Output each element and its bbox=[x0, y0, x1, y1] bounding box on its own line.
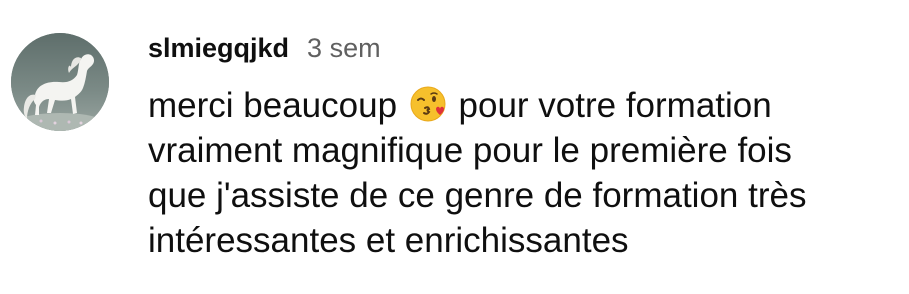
comment-text-segment: pour votre formation bbox=[458, 86, 772, 125]
comment-item: slmiegqjkd 3 sem merci beaucoup pour vot… bbox=[0, 0, 909, 294]
avatar[interactable] bbox=[11, 33, 109, 131]
comment-text: merci beaucoup pour votre formation vrai… bbox=[148, 83, 898, 263]
kiss-emoji-icon bbox=[409, 85, 447, 123]
comment-text-line: intéressantes et enrichissantes bbox=[148, 221, 629, 260]
comment-text-line: que j'assiste de ce genre de formation t… bbox=[148, 176, 807, 215]
white-horse-avatar-icon bbox=[11, 33, 109, 131]
comment-text-line: merci beaucoup pour votre formation bbox=[148, 83, 898, 128]
comment-text-segment: merci beaucoup bbox=[148, 86, 398, 125]
comment-header: slmiegqjkd 3 sem bbox=[148, 28, 381, 68]
comment-username[interactable]: slmiegqjkd bbox=[148, 33, 289, 64]
comment-text-line: vraiment magnifique pour le première foi… bbox=[148, 131, 792, 170]
comment-timestamp[interactable]: 3 sem bbox=[307, 33, 381, 64]
